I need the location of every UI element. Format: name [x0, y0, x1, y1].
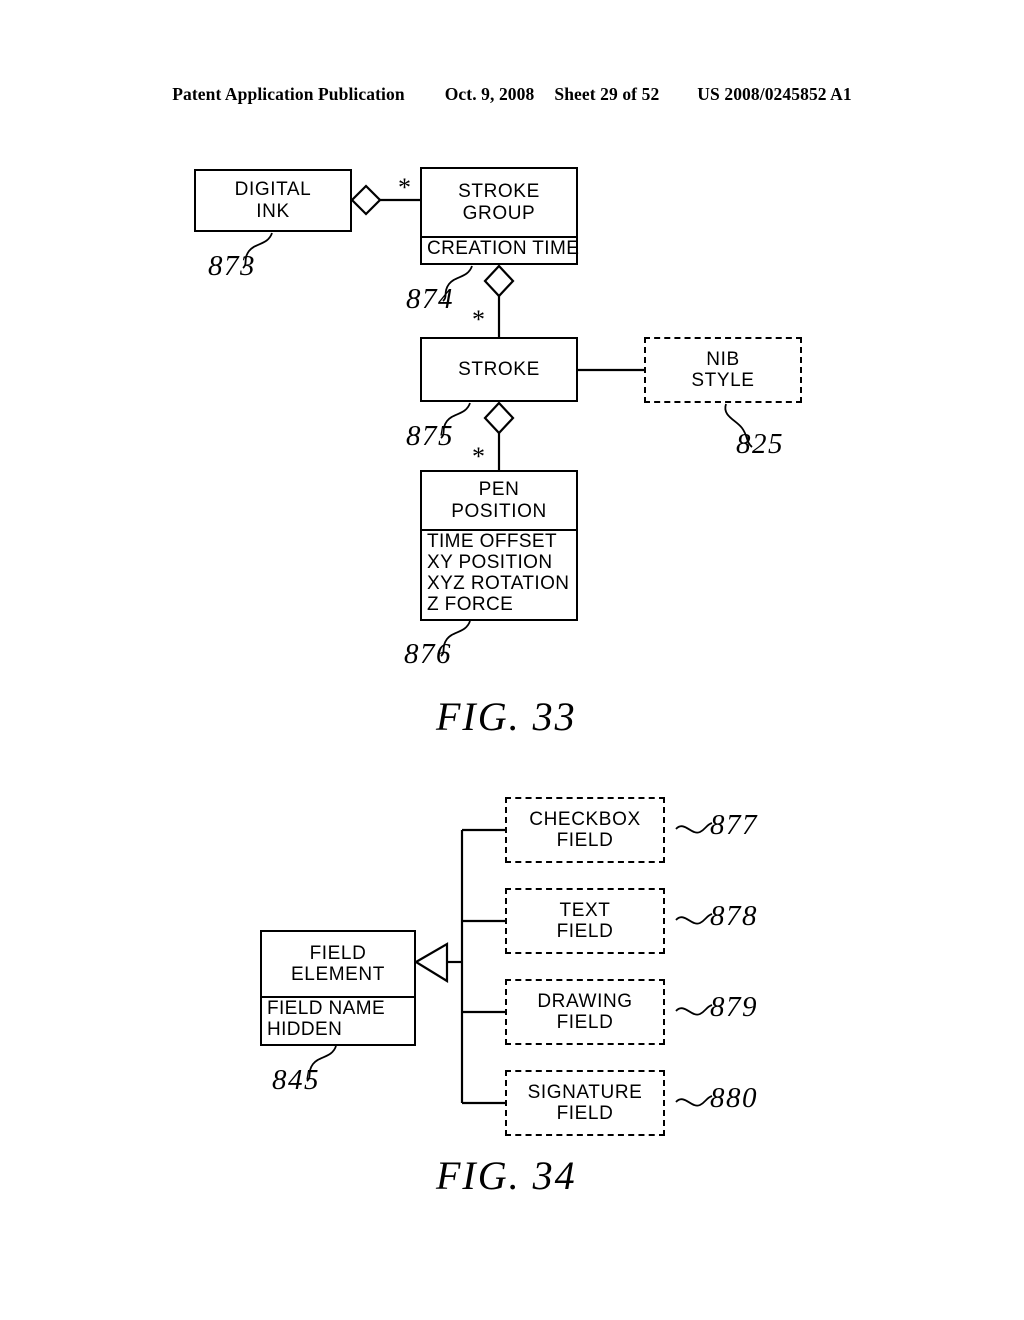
ref-825: 825	[736, 428, 784, 460]
node-stroke-title: STROKE	[458, 358, 540, 380]
ref-879: 879	[710, 991, 758, 1023]
multiplicity-star-stroke: *	[472, 442, 485, 471]
node-pen-position-title: PEN POSITION	[451, 479, 547, 522]
node-field-element[interactable]: FIELD ELEMENT FIELD NAME HIDDEN	[260, 930, 416, 1046]
node-digital-ink-title: DIGITAL INK	[234, 179, 312, 222]
node-stroke-group[interactable]: STROKE GROUP CREATION TIME	[420, 167, 579, 265]
node-pen-position[interactable]: PEN POSITION TIME OFFSET XY POSITION XYZ…	[420, 470, 578, 621]
node-signature-field[interactable]: SIGNATURE FIELD	[505, 1070, 665, 1136]
node-stroke-group-title: STROKE GROUP	[458, 181, 540, 224]
node-stroke-group-attributes: CREATION TIME	[422, 236, 579, 263]
node-nib-style[interactable]: NIB STYLE	[644, 337, 802, 403]
node-signature-field-title: SIGNATURE FIELD	[527, 1081, 643, 1124]
ref-874: 874	[406, 283, 454, 315]
node-text-field[interactable]: TEXT FIELD	[505, 888, 665, 954]
node-drawing-field[interactable]: DRAWING FIELD	[505, 979, 665, 1045]
node-text-field-title: TEXT FIELD	[556, 899, 614, 942]
ref-878: 878	[710, 900, 758, 932]
node-digital-ink[interactable]: DIGITAL INK	[194, 169, 352, 232]
node-nib-style-title: NIB STYLE	[691, 348, 755, 391]
node-checkbox-field[interactable]: CHECKBOX FIELD	[505, 797, 665, 863]
node-field-element-attributes: FIELD NAME HIDDEN	[262, 996, 414, 1044]
node-drawing-field-title: DRAWING FIELD	[537, 990, 633, 1033]
ref-845: 845	[272, 1064, 320, 1096]
ref-875: 875	[406, 420, 454, 452]
ref-880: 880	[710, 1082, 758, 1114]
figure-caption-34: FIG. 34	[436, 1153, 577, 1198]
node-pen-position-attributes: TIME OFFSET XY POSITION XYZ ROTATION Z F…	[422, 529, 576, 619]
multiplicity-star-digital-ink: *	[398, 173, 411, 202]
ref-877: 877	[710, 809, 758, 841]
node-field-element-title: FIELD ELEMENT	[291, 942, 385, 986]
ref-876: 876	[404, 638, 452, 670]
node-checkbox-field-title: CHECKBOX FIELD	[529, 808, 641, 851]
figure-caption-33: FIG. 33	[436, 694, 577, 739]
ref-873: 873	[208, 250, 256, 282]
figure-canvas: DIGITAL INK 873 STROKE GROUP CREATION TI…	[0, 0, 1024, 1320]
multiplicity-star-stroke-group: *	[472, 305, 485, 334]
node-stroke[interactable]: STROKE	[420, 337, 578, 402]
